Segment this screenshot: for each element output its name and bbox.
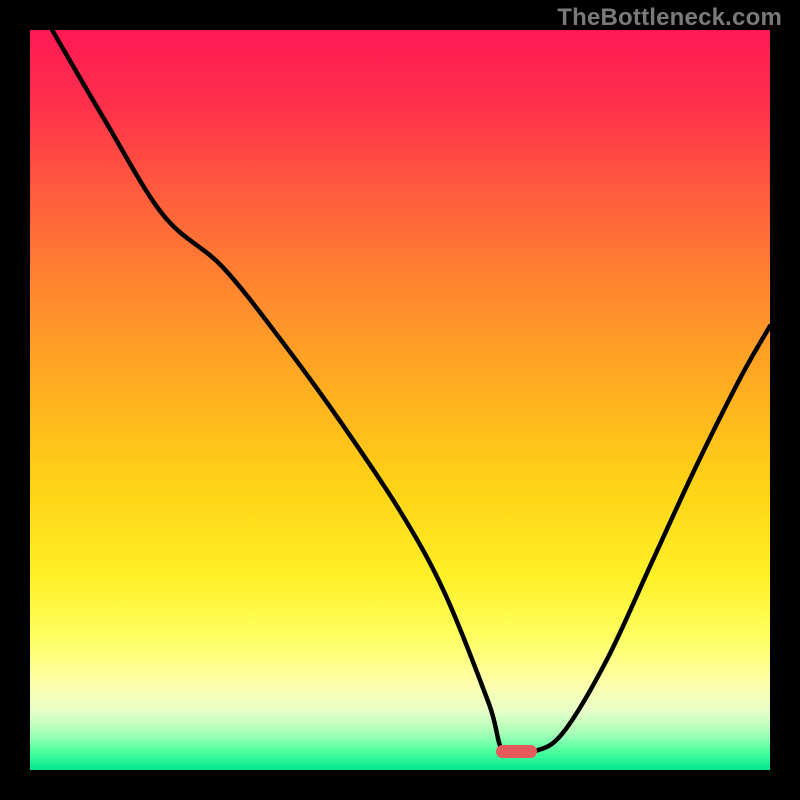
optimal-marker [496,745,537,758]
plot-area [30,30,770,770]
bottleneck-curve [30,30,770,770]
watermark-text: TheBottleneck.com [557,4,782,32]
chart-frame: TheBottleneck.com [0,0,800,800]
